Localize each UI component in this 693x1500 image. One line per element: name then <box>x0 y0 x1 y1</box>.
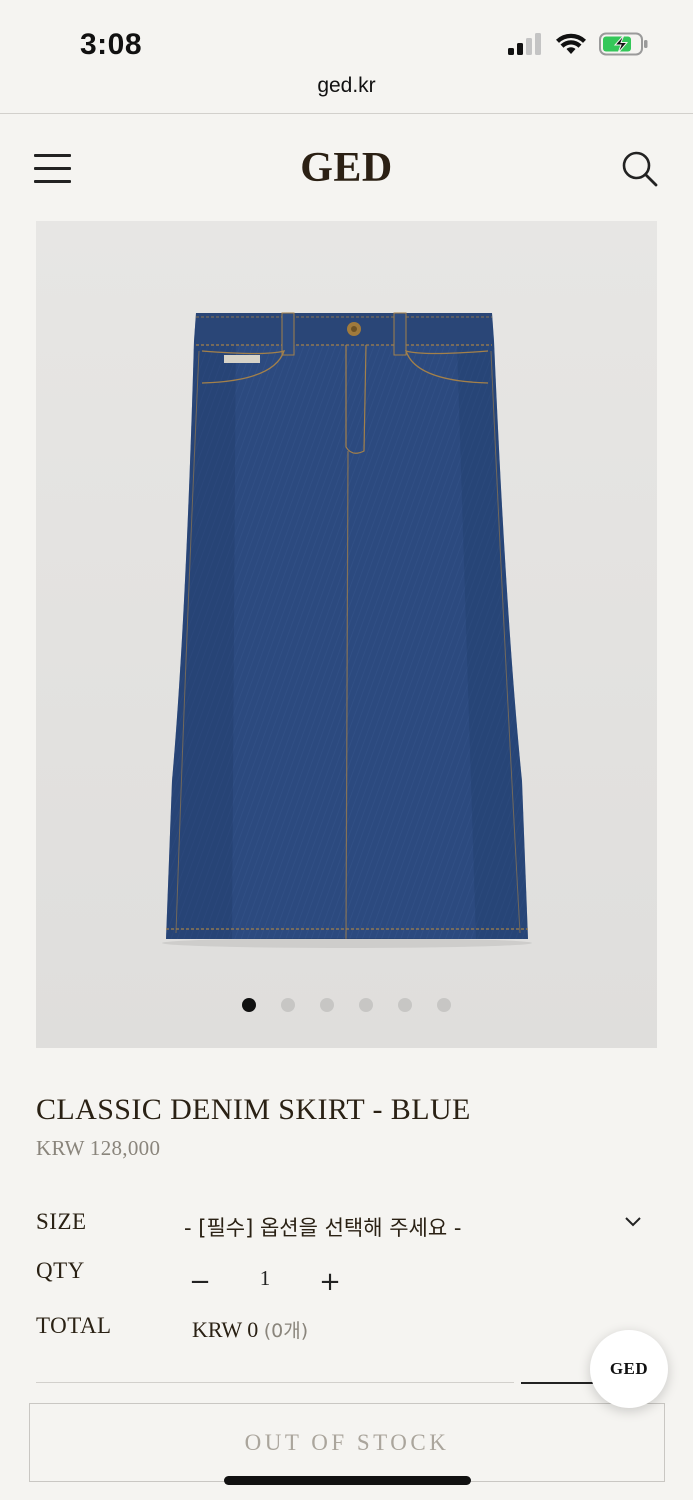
cellular-signal-icon <box>508 33 541 55</box>
product-image-gallery[interactable] <box>36 221 657 1048</box>
address-bar-url[interactable]: ged.kr <box>0 74 693 98</box>
status-bar: 3:08 ged.kr <box>0 0 693 97</box>
gallery-pagination <box>36 998 657 1012</box>
gallery-dot[interactable] <box>320 998 334 1012</box>
hamburger-icon <box>34 167 71 170</box>
divider-accent <box>521 1382 593 1384</box>
divider <box>36 1382 514 1383</box>
gallery-dot[interactable] <box>398 998 412 1012</box>
qty-decrease-button[interactable]: − <box>182 1264 218 1300</box>
hamburger-icon <box>34 154 71 157</box>
out-of-stock-button[interactable]: OUT OF STOCK <box>29 1403 665 1482</box>
total-count: (0개) <box>263 1320 309 1342</box>
qty-label: QTY <box>36 1258 85 1283</box>
size-select[interactable]: - [필수] 옵션을 선택해 주세요 - <box>180 1204 650 1248</box>
gallery-dot[interactable] <box>242 998 256 1012</box>
gallery-dot[interactable] <box>281 998 295 1012</box>
qty-increase-button[interactable]: + <box>312 1264 348 1300</box>
status-icons <box>507 32 649 56</box>
qty-value[interactable]: 1 <box>250 1266 280 1291</box>
chat-button[interactable]: GED <box>590 1330 668 1408</box>
product-price: KRW 128,000 <box>36 1136 161 1160</box>
home-indicator <box>224 1476 471 1485</box>
gallery-dot[interactable] <box>437 998 451 1012</box>
site-header: GED <box>0 114 693 220</box>
total-label: TOTAL <box>36 1313 112 1338</box>
total-amount: KRW 0 <box>192 1317 259 1342</box>
total-value: KRW 0 (0개) <box>192 1316 308 1343</box>
chevron-down-icon <box>625 1217 641 1227</box>
search-button[interactable] <box>621 150 659 188</box>
site-logo[interactable]: GED <box>0 144 693 192</box>
search-icon <box>622 151 658 187</box>
battery-charging-icon <box>599 32 648 56</box>
size-select-value: - [필수] 옵션을 선택해 주세요 - <box>184 1216 462 1240</box>
product-title: CLASSIC DENIM SKIRT - BLUE <box>36 1093 471 1126</box>
gallery-dot[interactable] <box>359 998 373 1012</box>
product-image <box>162 312 532 948</box>
menu-button[interactable] <box>34 152 72 184</box>
hamburger-icon <box>34 180 71 183</box>
status-time: 3:08 <box>80 28 143 61</box>
wifi-icon <box>556 33 586 54</box>
size-label: SIZE <box>36 1209 87 1234</box>
